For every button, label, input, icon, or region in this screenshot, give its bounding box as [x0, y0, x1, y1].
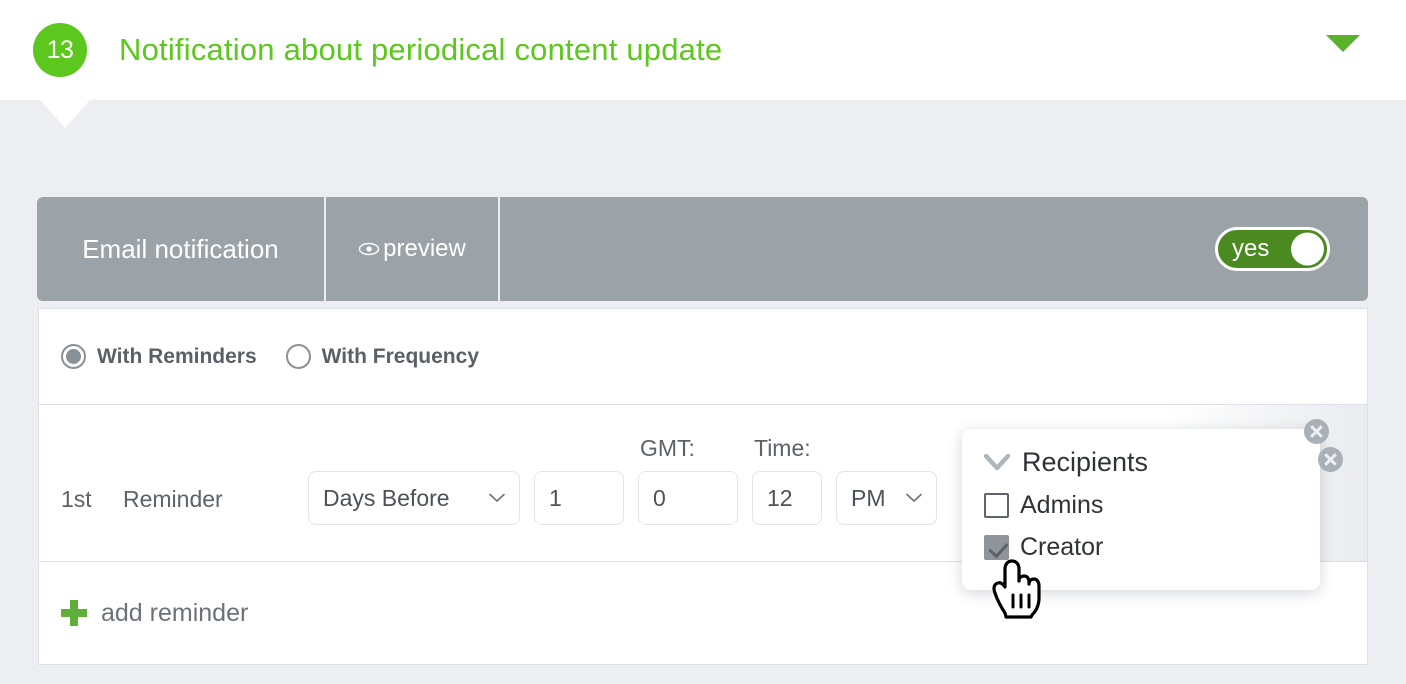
email-notification-toolbar: Email notification preview yes [37, 197, 1368, 301]
radio-indicator-with-reminders[interactable] [61, 344, 86, 369]
offset-value-wrap: 1 [534, 471, 624, 525]
offset-value-input[interactable]: 1 [534, 471, 624, 525]
gmt-wrap: GMT: 0 [638, 435, 738, 525]
meridiem-select[interactable]: PM [836, 471, 937, 525]
plus-icon [61, 600, 87, 626]
recipients-title: Recipients [1022, 447, 1149, 477]
meridiem-wrap: PM [836, 471, 937, 525]
gmt-label: GMT: [640, 435, 695, 461]
meridiem-value: PM [851, 484, 886, 511]
chevron-down-icon[interactable] [984, 454, 1010, 471]
reminder-word: Reminder [123, 486, 223, 512]
toggle-knob [1291, 232, 1324, 266]
email-notification-toggle[interactable]: yes [1215, 227, 1330, 271]
chevron-down-icon [489, 493, 505, 503]
add-reminder-label: add reminder [101, 598, 249, 627]
offset-select-wrap: Days Before [308, 471, 520, 525]
recipient-label-creator: Creator [1020, 533, 1104, 561]
time-label: Time: [754, 435, 811, 461]
radio-label-with-reminders: With Reminders [97, 344, 257, 368]
recipient-label-admins: Admins [1020, 491, 1104, 519]
recipient-item-admins[interactable]: Admins [984, 491, 1320, 520]
radio-label-with-frequency: With Frequency [321, 344, 479, 368]
recipient-item-creator[interactable]: Creator [984, 533, 1320, 562]
toggle-label: yes [1232, 235, 1270, 262]
reminder-fields: Days Before 1 GMT: 0 Time: 12 PM [308, 435, 951, 525]
step-badge: 13 [33, 23, 87, 77]
recipients-header[interactable]: Recipients [984, 447, 1320, 478]
close-icon[interactable] [1318, 447, 1343, 472]
chevron-down-icon[interactable] [1326, 35, 1360, 52]
reminder-ordinal: 1st [61, 486, 92, 512]
offset-type-select[interactable]: Days Before [308, 471, 520, 525]
eye-icon [358, 242, 380, 256]
mode-selector-row: With Reminders With Frequency [39, 309, 1367, 405]
header-notch [40, 100, 90, 128]
gmt-input[interactable]: 0 [638, 471, 738, 525]
preview-label: preview [383, 235, 466, 262]
offset-type-value: Days Before [323, 484, 450, 511]
section-header: 13 Notification about periodical content… [0, 0, 1406, 100]
checkbox-creator[interactable] [984, 535, 1009, 560]
notification-settings-screen: 13 Notification about periodical content… [0, 0, 1406, 684]
toolbar-title: Email notification [82, 233, 279, 264]
toolbar-spacer: yes [500, 197, 1368, 301]
checkbox-admins[interactable] [984, 493, 1009, 518]
radio-indicator-with-frequency[interactable] [285, 344, 311, 369]
chevron-down-icon [906, 493, 922, 503]
time-wrap: Time: 12 [752, 435, 822, 525]
radio-with-frequency[interactable]: With Frequency [285, 344, 479, 369]
time-input[interactable]: 12 [752, 471, 822, 525]
recipients-popover: Recipients Admins Creator [962, 429, 1320, 590]
page-title: Notification about periodical content up… [119, 32, 723, 67]
add-reminder-button[interactable]: add reminder [61, 599, 248, 628]
close-icon[interactable] [1304, 419, 1329, 444]
preview-button[interactable]: preview [326, 197, 498, 301]
radio-with-reminders[interactable]: With Reminders [61, 344, 257, 369]
